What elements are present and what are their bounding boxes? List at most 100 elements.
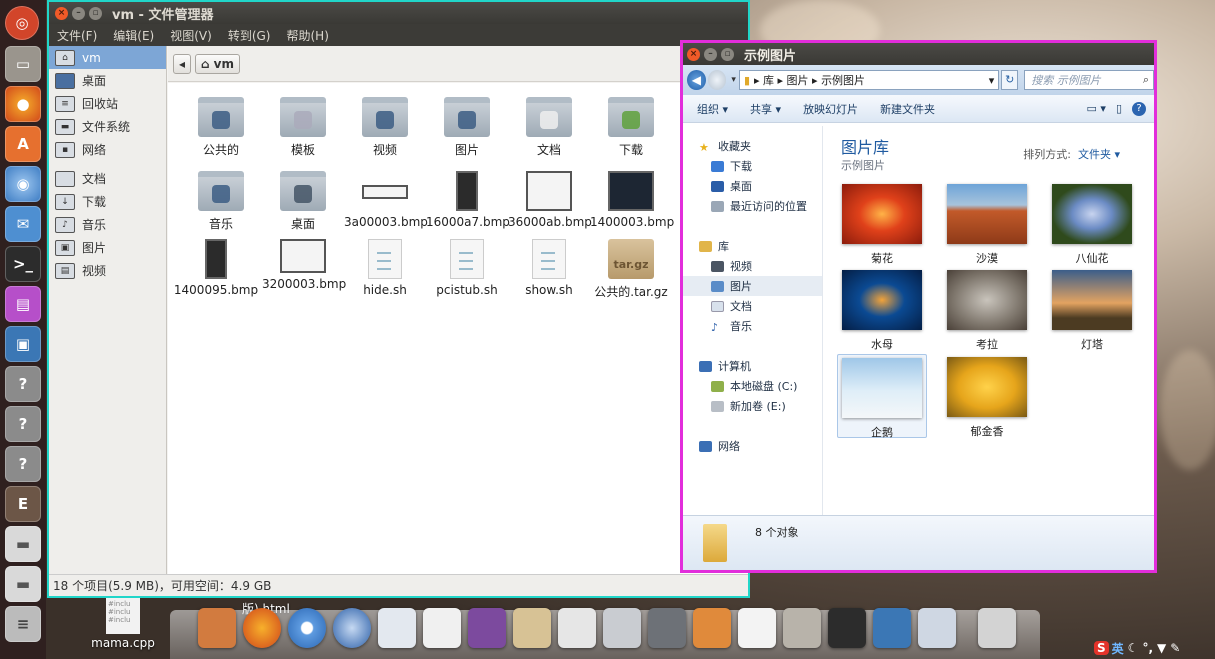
breadcrumb-sample[interactable]: 示例图片 (821, 72, 865, 88)
files-icon[interactable]: ▭ (5, 46, 41, 82)
nav-favorites[interactable]: ★ 收藏夹 (683, 136, 822, 156)
text-editor-icon[interactable] (738, 608, 776, 648)
thunderbird-icon[interactable] (333, 608, 371, 648)
path-button-vm[interactable]: ⌂ vm (195, 53, 240, 74)
drive-icon[interactable]: ▬ (5, 566, 41, 602)
file-item[interactable]: 图片 (426, 97, 508, 158)
firefox-icon[interactable] (243, 608, 281, 648)
sidebar-item-videos[interactable]: ▤ 视频 (49, 259, 166, 282)
nav-drive-c[interactable]: 本地磁盘 (C:) (683, 376, 822, 396)
folder-icon[interactable] (693, 608, 731, 648)
image-viewer-icon[interactable] (513, 608, 551, 648)
sidebar-item-documents[interactable]: 文档 (49, 167, 166, 190)
file-item[interactable]: pcistub.sh (426, 239, 508, 297)
back-arrow-icon[interactable]: ◀ (687, 70, 706, 90)
firefox-icon[interactable]: ● (5, 86, 41, 122)
files-icon[interactable] (783, 608, 821, 648)
file-item[interactable]: 3a00003.bmp (344, 171, 428, 229)
nav-item-music[interactable]: ♪ 音乐 (683, 316, 822, 336)
menu-go[interactable]: 转到(G) (228, 27, 271, 44)
anchor-icon[interactable] (198, 608, 236, 648)
maximize-icon[interactable]: ▫ (89, 6, 102, 20)
new-folder-button[interactable]: 新建文件夹 (880, 101, 935, 117)
moon-icon[interactable]: ☾ (1128, 641, 1139, 655)
picture-thumbnail[interactable]: 菊花 (837, 184, 927, 266)
picture-thumbnail[interactable]: 八仙花 (1047, 184, 1137, 266)
help-icon[interactable]: ? (1132, 101, 1146, 116)
sidebar-item-music[interactable]: ♪ 音乐 (49, 213, 166, 236)
picture-thumbnail[interactable]: 灯塔 (1047, 270, 1137, 352)
nav-item-recent[interactable]: 最近访问的位置 (683, 196, 822, 216)
trash-icon[interactable] (978, 608, 1016, 648)
wrench-icon[interactable]: ✎ (1170, 641, 1180, 655)
nav-drive-e[interactable]: 新加卷 (E:) (683, 396, 822, 416)
menu-edit[interactable]: 编辑(E) (113, 27, 154, 44)
close-icon[interactable]: × (55, 6, 68, 20)
organize-button[interactable]: 组织 ▾ (697, 101, 728, 117)
nav-libraries[interactable]: 库 (683, 236, 822, 256)
close-icon[interactable]: × (687, 47, 700, 61)
nav-item-videos[interactable]: 视频 (683, 256, 822, 276)
mail-icon[interactable]: ✉ (5, 206, 41, 242)
forward-arrow-icon[interactable] (707, 70, 727, 90)
nav-network[interactable]: 网络 (683, 436, 822, 456)
terminal-icon[interactable]: >_ (5, 246, 41, 282)
unknown-app-icon[interactable]: ? (5, 406, 41, 442)
ubuntu-dash-icon[interactable]: ◎ (5, 6, 39, 40)
file-item[interactable]: 模板 (262, 97, 344, 158)
picture-thumbnail[interactable]: 沙漠 (942, 184, 1032, 266)
file-item[interactable]: 音乐 (180, 171, 262, 232)
nav-item-desktop[interactable]: 桌面 (683, 176, 822, 196)
unknown-app-icon[interactable]: ? (5, 446, 41, 482)
ime-language[interactable]: 英 (1112, 640, 1124, 657)
breadcrumb-library[interactable]: 库 (763, 72, 774, 88)
software-center-icon[interactable]: A (5, 126, 41, 162)
sidebar-item-vm[interactable]: ⌂ vm (49, 46, 166, 69)
slideshow-button[interactable]: 放映幻灯片 (803, 101, 858, 117)
media-icon[interactable]: ▤ (5, 286, 41, 322)
scanner-icon[interactable] (603, 608, 641, 648)
nav-item-documents[interactable]: 文档 (683, 296, 822, 316)
file-item[interactable]: 文档 (508, 97, 590, 158)
picture-thumbnail-selected[interactable]: 企鹅 (837, 354, 927, 439)
photo-icon[interactable] (468, 608, 506, 648)
address-field[interactable]: ▮ ▸ 库 ▸ 图片 ▸ 示例图片 ▾ (738, 70, 1000, 90)
remote-desktop-icon[interactable]: ▣ (5, 326, 41, 362)
calculator-icon[interactable] (648, 608, 686, 648)
view-options-icon[interactable]: ▭ ▾ (1087, 102, 1106, 115)
text-app-icon[interactable]: E (5, 486, 41, 522)
file-item[interactable]: 下载 (590, 97, 672, 158)
chromium-icon[interactable] (288, 608, 326, 648)
desktop-file-cpp[interactable]: #inclu #inclu #inclu mama.cpp (88, 598, 158, 650)
sidebar-item-pictures[interactable]: ▣ 图片 (49, 236, 166, 259)
sidebar-item-downloads[interactable]: ↓ 下载 (49, 190, 166, 213)
camera-icon[interactable] (558, 608, 596, 648)
file-item[interactable]: 公共的 (180, 97, 262, 158)
file-item[interactable]: 桌面 (262, 171, 344, 232)
file-item[interactable]: 视频 (344, 97, 426, 158)
explorer-titlebar[interactable]: × – ▫ 示例图片 (683, 43, 1154, 65)
nav-item-downloads[interactable]: 下载 (683, 156, 822, 176)
search-input[interactable]: 搜索 示例图片 ⌕ (1024, 70, 1154, 90)
file-item[interactable]: tar.gz 公共的.tar.gz (584, 239, 678, 300)
sort-control[interactable]: 排列方式: 文件夹 ▾ (1023, 146, 1120, 162)
file-item[interactable]: 16000a7.bmp (426, 171, 510, 229)
shirt-icon[interactable]: ▼ (1157, 641, 1166, 655)
sidebar-item-filesystem[interactable]: ▬ 文件系统 (49, 115, 166, 138)
sogou-ime-icon[interactable]: S (1094, 641, 1109, 655)
picture-thumbnail[interactable]: 考拉 (942, 270, 1032, 352)
sidebar-item-desktop[interactable]: 桌面 (49, 69, 166, 92)
maximize-icon[interactable]: ▫ (721, 47, 734, 61)
breadcrumb-pictures[interactable]: 图片 (787, 72, 809, 88)
sidebar-item-network[interactable]: ▪ 网络 (49, 138, 166, 161)
chevron-down-icon[interactable]: ▾ (989, 74, 995, 87)
speaker-icon[interactable] (423, 608, 461, 648)
refresh-icon[interactable]: ↻ (1001, 70, 1019, 90)
nav-computer[interactable]: 计算机 (683, 356, 822, 376)
file-item[interactable]: 1400003.bmp (590, 171, 674, 229)
menu-view[interactable]: 视图(V) (170, 27, 212, 44)
trash-icon[interactable]: ≡ (5, 606, 41, 642)
nav-item-pictures[interactable]: 图片 (683, 276, 822, 296)
menu-file[interactable]: 文件(F) (57, 27, 97, 44)
history-dropdown-icon[interactable]: ▾ (731, 75, 736, 85)
